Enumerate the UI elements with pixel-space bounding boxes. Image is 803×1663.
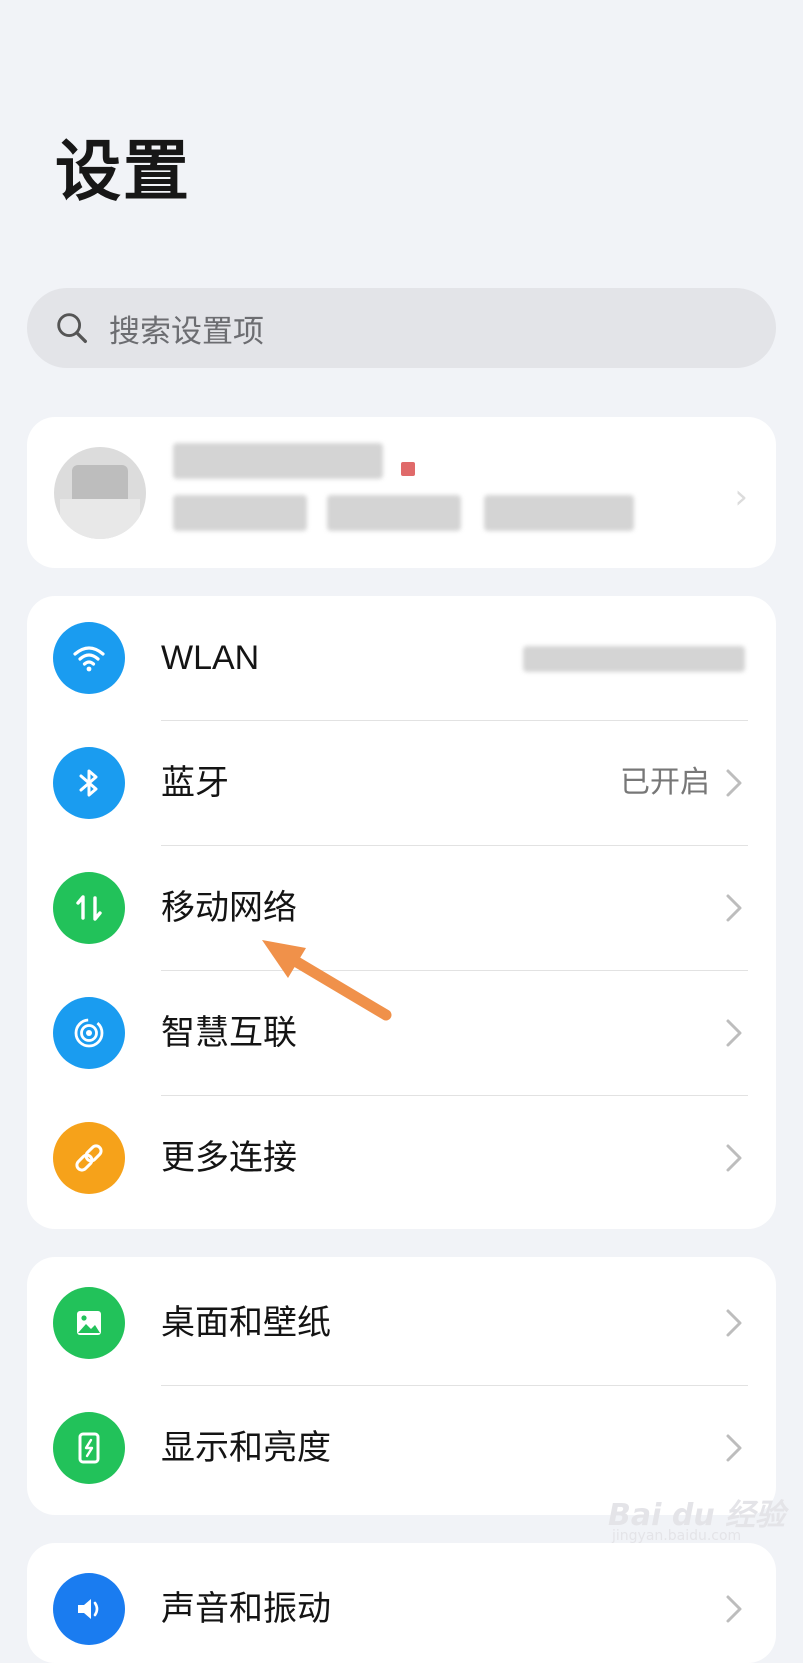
- chevron-right-icon: [726, 769, 742, 797]
- personalization-group: 桌面和壁纸 显示和亮度: [27, 1257, 776, 1515]
- settings-item-label: 移动网络: [161, 888, 297, 928]
- account-info-redacted: [327, 495, 461, 531]
- sound-icon: [53, 1573, 125, 1645]
- avatar: [54, 447, 146, 539]
- settings-item-wlan[interactable]: WLAN: [27, 596, 776, 720]
- watermark-url: jingyan.baidu.com: [612, 1528, 742, 1544]
- mobile-data-icon: [53, 872, 125, 944]
- settings-item-more-connections[interactable]: 更多连接: [27, 1096, 776, 1220]
- search-placeholder: 搜索设置项: [109, 313, 264, 350]
- settings-item-mobile-network[interactable]: 移动网络: [27, 846, 776, 970]
- chevron-right-icon: [726, 1309, 742, 1337]
- page-title: 设置: [55, 133, 191, 210]
- settings-item-label: WLAN: [161, 639, 260, 677]
- connectivity-group: WLAN 蓝牙 已开启 移动网络 智慧互联 更多连接: [27, 596, 776, 1229]
- wallpaper-icon: [53, 1287, 125, 1359]
- smart-connect-icon: [53, 997, 125, 1069]
- link-icon: [53, 1122, 125, 1194]
- display-icon: [53, 1412, 125, 1484]
- sound-group: 声音和振动: [27, 1543, 776, 1663]
- settings-item-label: 显示和亮度: [161, 1428, 331, 1468]
- account-info-redacted: [484, 495, 634, 531]
- wifi-network-redacted: [523, 646, 745, 672]
- settings-item-label: 声音和振动: [161, 1589, 331, 1629]
- settings-item-label: 桌面和壁纸: [161, 1303, 331, 1343]
- notification-dot: [401, 462, 415, 476]
- settings-item-wallpaper[interactable]: 桌面和壁纸: [27, 1261, 776, 1385]
- settings-item-sound[interactable]: 声音和振动: [27, 1547, 776, 1663]
- settings-item-label: 更多连接: [161, 1138, 297, 1178]
- bluetooth-icon: [53, 747, 125, 819]
- settings-item-label: 智慧互联: [161, 1013, 297, 1053]
- settings-item-bluetooth[interactable]: 蓝牙 已开启: [27, 721, 776, 845]
- settings-item-smart-connect[interactable]: 智慧互联: [27, 971, 776, 1095]
- bluetooth-status: 已开启: [620, 765, 710, 800]
- search-icon: [57, 313, 87, 343]
- wifi-icon: [53, 622, 125, 694]
- chevron-right-icon: [726, 894, 742, 922]
- chevron-right-icon: [726, 1434, 742, 1462]
- chevron-right-icon: ›: [734, 477, 748, 517]
- account-name-redacted: [173, 443, 383, 479]
- chevron-right-icon: [726, 1144, 742, 1172]
- search-bar[interactable]: 搜索设置项: [27, 288, 776, 368]
- chevron-right-icon: [726, 1595, 742, 1623]
- chevron-right-icon: [726, 1019, 742, 1047]
- settings-item-label: 蓝牙: [161, 763, 229, 803]
- account-info-redacted: [173, 495, 307, 531]
- account-card[interactable]: ›: [27, 417, 776, 568]
